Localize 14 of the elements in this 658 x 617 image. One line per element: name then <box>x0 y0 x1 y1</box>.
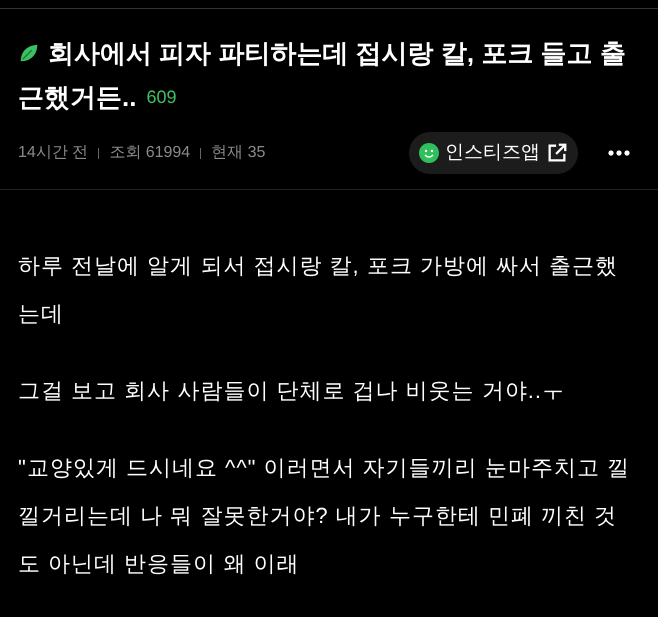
current-viewers: 현재 35 <box>211 143 266 163</box>
view-count: 조회 61994 <box>109 143 190 163</box>
post-time: 14시간 전 <box>18 143 88 163</box>
post-title: 회사에서 피자 파티하는데 접시랑 칼, 포크 들고 출 <box>48 37 626 70</box>
smiley-icon <box>419 143 439 163</box>
post-title: 근했거든.. <box>18 81 136 114</box>
body-paragraph: 그걸 보고 회사 사람들이 단체로 겁나 비웃는 거야..ㅜ <box>18 377 566 405</box>
external-link-icon <box>546 142 568 164</box>
leaf-icon <box>18 42 40 64</box>
body-paragraph: "교양있게 드시네요 ^^" 이러면서 자기들끼리 눈마주치고 낄낄거리는데 나 뭐 잘못한거야? 내가 누구한테 민폐 끼친 것도 아닌데 반응들이 왜 이래 <box>18 454 630 578</box>
body-paragraph: 하루 전날에 알게 되서 접시랑 칼, 포크 가방에 싸서 출근했는데 <box>18 252 620 328</box>
more-options-icon[interactable] <box>608 150 630 156</box>
comment-count[interactable]: 609 <box>146 75 176 119</box>
app-button[interactable]: 인스티즈앱 <box>409 132 578 174</box>
